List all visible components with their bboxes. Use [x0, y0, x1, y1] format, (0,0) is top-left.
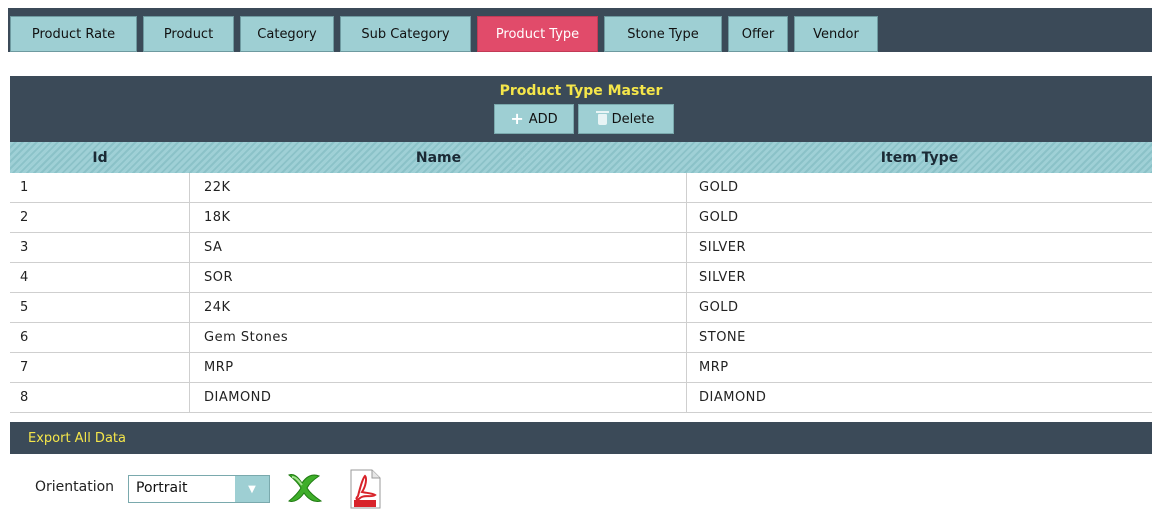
cell-id: 8 — [10, 383, 190, 412]
tab-vendor[interactable]: Vendor — [794, 16, 878, 52]
master-header: Product Type Master + ADD Delete — [10, 76, 1152, 142]
tab-offer[interactable]: Offer — [728, 16, 788, 52]
table-row[interactable]: 1 22K GOLD — [10, 173, 1152, 203]
orientation-value: Portrait — [136, 480, 188, 496]
tab-product[interactable]: Product — [143, 16, 234, 52]
export-bar: Export All Data — [10, 422, 1152, 454]
delete-button[interactable]: Delete — [578, 104, 674, 134]
cell-id: 3 — [10, 233, 190, 262]
cell-name: SOR — [190, 263, 687, 292]
cell-name: SA — [190, 233, 687, 262]
cell-item-type: DIAMOND — [699, 390, 767, 405]
plus-icon: + — [510, 109, 524, 128]
excel-icon[interactable] — [286, 471, 324, 505]
column-header-item-type[interactable]: Item Type — [687, 142, 1152, 173]
page-title: Product Type Master — [499, 83, 663, 99]
cell-name: 24K — [190, 293, 687, 322]
tab-product-type[interactable]: Product Type — [477, 16, 598, 52]
table-row[interactable]: 3 SA SILVER — [10, 233, 1152, 263]
orientation-label: Orientation — [35, 479, 115, 495]
table-row[interactable]: 2 18K GOLD — [10, 203, 1152, 233]
cell-name: Gem Stones — [190, 323, 687, 352]
cell-id: 2 — [10, 203, 190, 232]
orientation-select[interactable]: Portrait ▼ — [128, 475, 270, 503]
cell-name: MRP — [190, 353, 687, 382]
cell-item-type: SILVER — [699, 240, 747, 255]
table-row[interactable]: 8 DIAMOND DIAMOND — [10, 383, 1152, 413]
table-row[interactable]: 7 MRP MRP — [10, 353, 1152, 383]
trash-icon — [595, 110, 609, 125]
cell-name: 22K — [190, 173, 687, 202]
export-all-data-link[interactable]: Export All Data — [28, 431, 126, 446]
add-button[interactable]: + ADD — [494, 104, 574, 134]
cell-item-type: MRP — [699, 360, 729, 375]
tab-product-rate[interactable]: Product Rate — [10, 16, 137, 52]
column-header-id[interactable]: Id — [10, 142, 190, 173]
cell-item-type: GOLD — [699, 300, 739, 315]
cell-id: 4 — [10, 263, 190, 292]
cell-name: 18K — [190, 203, 687, 232]
cell-name: DIAMOND — [190, 383, 687, 412]
tab-stone-type[interactable]: Stone Type — [604, 16, 722, 52]
cell-item-type: STONE — [699, 330, 746, 345]
pdf-icon[interactable] — [346, 468, 384, 510]
tab-bar: Product Rate Product Category Sub Catego… — [8, 8, 1152, 52]
cell-item-type: GOLD — [699, 210, 739, 225]
table-row[interactable]: 5 24K GOLD — [10, 293, 1152, 323]
add-button-label: ADD — [528, 111, 558, 127]
column-header-name[interactable]: Name — [190, 142, 687, 173]
cell-id: 7 — [10, 353, 190, 382]
tab-category[interactable]: Category — [240, 16, 334, 52]
chevron-down-icon[interactable]: ▼ — [235, 476, 269, 502]
table-row[interactable]: 4 SOR SILVER — [10, 263, 1152, 293]
cell-id: 5 — [10, 293, 190, 322]
tab-sub-category[interactable]: Sub Category — [340, 16, 471, 52]
cell-id: 6 — [10, 323, 190, 352]
cell-item-type: GOLD — [699, 180, 739, 195]
table-row[interactable]: 6 Gem Stones STONE — [10, 323, 1152, 353]
delete-button-label: Delete — [611, 111, 655, 127]
table-header: Id Name Item Type — [10, 142, 1152, 173]
cell-id: 1 — [10, 173, 190, 202]
cell-item-type: SILVER — [699, 270, 747, 285]
